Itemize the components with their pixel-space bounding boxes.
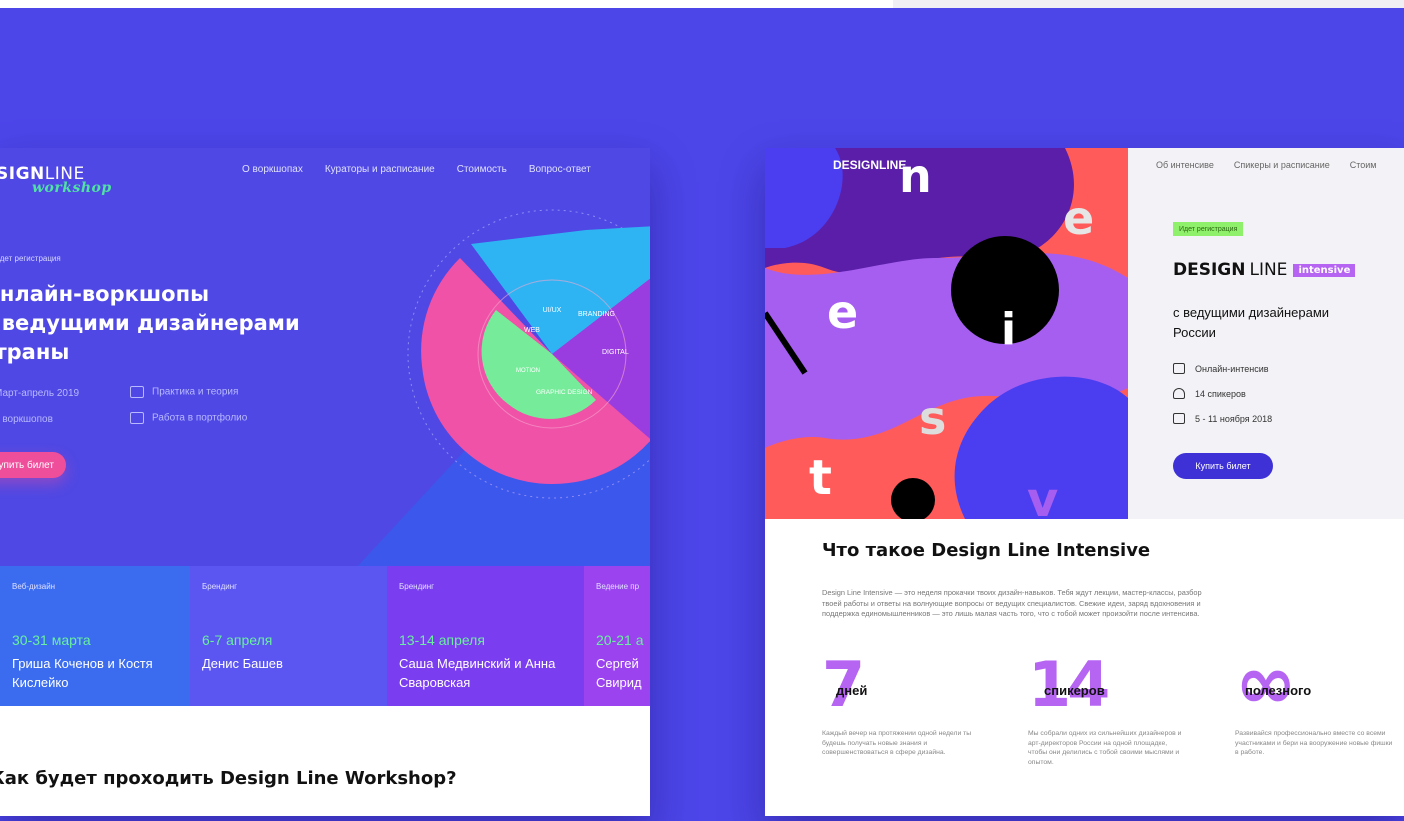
- tile-date: 30-31 марта: [12, 632, 91, 648]
- tile-speakers: Гриша Коченов и Костя Кислейко: [12, 656, 153, 690]
- hero-line-3: страны: [0, 340, 70, 364]
- disciplines-wheel: UI/UX WEB BRANDING DIGITAL GRAPHIC DESIG…: [356, 209, 650, 568]
- nav-item-about[interactable]: О воркшопах: [242, 164, 303, 175]
- meta-online-label: Онлайн-интенсив: [1195, 363, 1269, 374]
- wheel-label-digital: DIGITAL: [602, 349, 629, 356]
- nav-item-speakers[interactable]: Спикеры и расписание: [1234, 160, 1330, 170]
- feature-portfolio: Работа в портфолио: [130, 412, 247, 424]
- wheel-label-graphic: GRAPHIC DESIGN: [536, 389, 593, 396]
- what-is-title: Что такое Design Line Intensive: [822, 540, 1151, 561]
- registration-badge: Идет регистрация: [1173, 222, 1244, 236]
- play-icon: [1173, 363, 1185, 374]
- tile-date: 20-21 а: [596, 632, 644, 648]
- art-letter-v: v: [1027, 472, 1058, 519]
- art-letter-e2: e: [827, 285, 858, 339]
- stat-speakers: 14 спикеров Мы собрали одних из сильнейш…: [1028, 653, 1198, 793]
- tile-branding-1[interactable]: Брендинг 6-7 апреля Денис Башев: [190, 566, 387, 706]
- briefcase-icon: [130, 412, 144, 424]
- meta-speakers: 14 спикеров: [1173, 388, 1246, 399]
- workshop-page-preview: SIGNLINE workshop О воркшопах Кураторы и…: [0, 148, 650, 816]
- feature-practice: Практика и теория: [130, 386, 238, 398]
- art-letter-t: t: [809, 450, 832, 506]
- buy-ticket-button[interactable]: Купить билет: [0, 452, 66, 478]
- stat-text: Мы собрали одних из сильнейших дизайнеро…: [1028, 730, 1182, 766]
- how-title: Как будет проходить Design Line Workshop…: [0, 768, 457, 789]
- tile-category: Брендинг: [399, 582, 435, 591]
- feature-practice-label: Практика и теория: [152, 386, 239, 398]
- stat-label: полезного: [1245, 683, 1312, 698]
- what-is-description: Design Line Intensive — это неделя прока…: [822, 588, 1202, 618]
- edit-icon: [130, 386, 144, 398]
- tile-branding-2[interactable]: Брендинг 13-14 апреля Саша Медвинский и …: [387, 566, 584, 706]
- hero-line-2: с ведущими дизайнерами: [0, 311, 300, 335]
- nav-item-price[interactable]: Стоим: [1350, 160, 1377, 170]
- abstract-illustration: DESIGNLINE n e e i s t v: [765, 148, 1128, 519]
- logo-bold: DESIGN: [1173, 260, 1246, 280]
- tile-speakers: Денис Башев: [202, 656, 283, 671]
- hero-title: Онлайн-воркшопы с ведущими дизайнерами с…: [0, 280, 312, 367]
- meta-dates-label: 5 - 11 ноября 2018: [1195, 413, 1273, 424]
- workshop-how-section: Как будет проходить Design Line Workshop…: [0, 706, 650, 816]
- hero-line-1: Онлайн-воркшопы: [0, 282, 210, 306]
- art-letter-i: i: [1001, 304, 1016, 355]
- nav-item-faq[interactable]: Вопрос-ответ: [529, 164, 591, 175]
- nav-item-price[interactable]: Стоимость: [457, 164, 507, 175]
- stat-text: Развивайся профессионально вместе со все…: [1235, 730, 1393, 756]
- top-strip: [0, 0, 1404, 8]
- art-letter-e1: e: [1063, 191, 1094, 245]
- intensive-info-panel: Об интенсиве Спикеры и расписание Стоим …: [1128, 148, 1404, 519]
- wheel-label-motion: MOTION: [516, 368, 540, 374]
- wheel-label-web: WEB: [524, 327, 540, 334]
- workshop-nav: О воркшопах Кураторы и расписание Стоимо…: [242, 164, 591, 175]
- stat-text: Каждый вечер на протяжении одной недели …: [822, 730, 972, 756]
- intensive-page-preview: DESIGNLINE n e e i s t v Об интенсиве Сп…: [765, 148, 1404, 816]
- intensive-subtitle: с ведущими дизайнерами России: [1173, 305, 1330, 340]
- stat-days: 7 дней Каждый вечер на протяжении одной …: [822, 653, 992, 793]
- meta-online: Онлайн-интенсив: [1173, 363, 1269, 374]
- intensive-logo: DESIGN LINE intensive: [1173, 260, 1356, 280]
- meta-speakers-label: 14 спикеров: [1195, 388, 1246, 399]
- stat-label: дней: [836, 683, 868, 698]
- black-circle-small: [891, 478, 935, 519]
- art-letter-n: n: [899, 149, 932, 203]
- nav-item-curators[interactable]: Кураторы и расписание: [325, 164, 435, 175]
- logo-badge: intensive: [1293, 263, 1356, 277]
- intensive-nav: Об интенсиве Спикеры и расписание Стоим: [1156, 160, 1377, 170]
- meta-dates: 5 - 11 ноября 2018: [1173, 413, 1272, 424]
- art-logo: DESIGNLINE: [833, 158, 906, 172]
- tile-speakers: Саша Медвинский и Анна Сваровская: [399, 656, 556, 690]
- logo-script: workshop: [32, 180, 112, 196]
- tile-category: Брендинг: [202, 582, 238, 591]
- intensive-hero-art: DESIGNLINE n e e i s t v: [765, 148, 1128, 519]
- nav-item-about[interactable]: Об интенсиве: [1156, 160, 1214, 170]
- buy-ticket-button[interactable]: Купить билет: [1173, 453, 1273, 479]
- calendar-icon: [1173, 413, 1185, 424]
- wheel-label-branding: BRANDING: [578, 311, 615, 318]
- tile-speakers: Сергей Свирид: [596, 656, 642, 690]
- tile-web[interactable]: Веб-дизайн 30-31 марта Гриша Коченов и К…: [0, 566, 190, 706]
- tile-date: 6-7 апреля: [202, 632, 273, 648]
- feature-portfolio-label: Работа в портфолио: [152, 412, 248, 424]
- feature-dates: Март-апрель 2019: [0, 388, 80, 399]
- tile-category: Веб-дизайн: [12, 582, 56, 591]
- registration-label: Идет регистрация: [0, 254, 61, 263]
- stat-label: спикеров: [1044, 683, 1105, 698]
- workshop-logo[interactable]: SIGNLINE workshop: [0, 164, 111, 196]
- art-letter-s: s: [919, 391, 946, 445]
- workshop-tiles: Веб-дизайн 30-31 марта Гриша Коченов и К…: [0, 566, 650, 706]
- stat-useful: ∞ полезного Развивайся профессионально в…: [1235, 646, 1404, 793]
- logo-thin: LINE: [1249, 260, 1288, 280]
- tile-date: 13-14 апреля: [399, 632, 485, 648]
- wheel-label-uiux: UI/UX: [543, 307, 562, 314]
- tile-management[interactable]: Ведение пр 20-21 а Сергей Свирид: [584, 566, 650, 706]
- feature-count: 6 воркшопов: [0, 414, 53, 425]
- tile-category: Ведение пр: [596, 582, 640, 591]
- top-strip-gray: [893, 0, 1404, 8]
- user-icon: [1173, 388, 1185, 399]
